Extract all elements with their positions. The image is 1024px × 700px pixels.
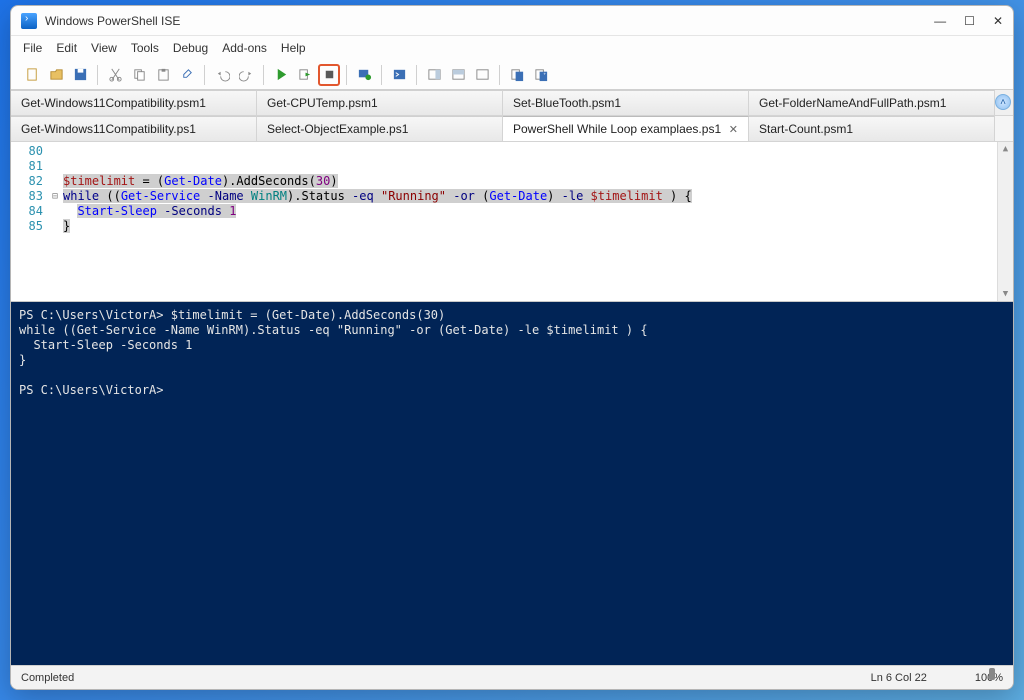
run-selection-icon[interactable] <box>294 64 316 86</box>
tab-label: Set-BlueTooth.psm1 <box>513 96 621 110</box>
undo-icon[interactable] <box>211 64 233 86</box>
toolbar: + <box>11 60 1013 90</box>
tab-label: Start-Count.psm1 <box>759 122 853 136</box>
menu-tools[interactable]: Tools <box>131 41 159 55</box>
editor-scrollbar[interactable]: ▲ ▼ <box>997 142 1013 301</box>
window-title: Windows PowerShell ISE <box>45 14 934 28</box>
cursor-position: Ln 6 Col 22 <box>871 672 927 684</box>
tab-file-4[interactable]: Get-FolderNameAndFullPath.psm1 <box>749 90 995 115</box>
tab-file-5[interactable]: Get-Windows11Compatibility.ps1 <box>11 116 257 141</box>
new-remote-icon[interactable] <box>353 64 375 86</box>
new-icon[interactable] <box>21 64 43 86</box>
layout-max-icon[interactable] <box>471 64 493 86</box>
minimize-button[interactable]: — <box>934 14 946 28</box>
line-gutter: 808182838485 <box>11 142 49 301</box>
toolbar-separator <box>346 65 347 85</box>
maximize-button[interactable]: ☐ <box>964 14 975 28</box>
toolbar-separator <box>499 65 500 85</box>
toolbar-separator <box>263 65 264 85</box>
scroll-down-icon[interactable]: ▼ <box>1001 287 1010 301</box>
cut-icon[interactable] <box>104 64 126 86</box>
open-icon[interactable] <box>45 64 67 86</box>
collapse-script-pane-icon[interactable]: ˄ <box>995 94 1011 110</box>
menu-help[interactable]: Help <box>281 41 306 55</box>
paste-icon[interactable] <box>152 64 174 86</box>
tab-file-3[interactable]: Set-BlueTooth.psm1 <box>503 90 749 115</box>
menu-edit[interactable]: Edit <box>56 41 77 55</box>
tab-file-7-active[interactable]: PowerShell While Loop examplaes.ps1 ✕ <box>503 116 749 141</box>
svg-text:+: + <box>543 71 546 76</box>
status-text: Completed <box>21 672 74 684</box>
toolbar-separator <box>416 65 417 85</box>
copy-icon[interactable] <box>128 64 150 86</box>
tab-label: Get-FolderNameAndFullPath.psm1 <box>759 96 946 110</box>
show-command-addon-icon[interactable]: + <box>530 64 552 86</box>
clear-icon[interactable] <box>176 64 198 86</box>
menu-bar: File Edit View Tools Debug Add-ons Help <box>11 36 1013 60</box>
tab-label: PowerShell While Loop examplaes.ps1 <box>513 122 721 136</box>
tab-file-6[interactable]: Select-ObjectExample.ps1 <box>257 116 503 141</box>
upper-tabs-row: Get-Windows11Compatibility.psm1 Get-CPUT… <box>11 90 1013 116</box>
status-bar: Completed Ln 6 Col 22 100% <box>11 665 1013 689</box>
window-controls: — ☐ ✕ <box>934 14 1003 28</box>
menu-addons[interactable]: Add-ons <box>222 41 267 55</box>
run-icon[interactable] <box>270 64 292 86</box>
code-area[interactable]: $timelimit = (Get-Date).AddSeconds(30) w… <box>61 142 1013 301</box>
menu-file[interactable]: File <box>23 41 42 55</box>
save-icon[interactable] <box>69 64 91 86</box>
toolbar-separator <box>97 65 98 85</box>
tab-label: Get-CPUTemp.psm1 <box>267 96 378 110</box>
layout-top-icon[interactable] <box>447 64 469 86</box>
powershell-icon[interactable] <box>388 64 410 86</box>
tab-file-2[interactable]: Get-CPUTemp.psm1 <box>257 90 503 115</box>
zoom-slider[interactable] <box>945 672 957 684</box>
show-command-icon[interactable] <box>506 64 528 86</box>
menu-debug[interactable]: Debug <box>173 41 208 55</box>
app-icon <box>21 13 37 29</box>
scroll-up-icon[interactable]: ▲ <box>1001 142 1010 156</box>
tab-label: Select-ObjectExample.ps1 <box>267 122 408 136</box>
ise-window: Windows PowerShell ISE — ☐ ✕ File Edit V… <box>10 5 1014 690</box>
titlebar: Windows PowerShell ISE — ☐ ✕ <box>11 6 1013 36</box>
toolbar-separator <box>204 65 205 85</box>
console-pane[interactable]: PS C:\Users\VictorA> $timelimit = (Get-D… <box>11 302 1013 665</box>
menu-view[interactable]: View <box>91 41 117 55</box>
stop-icon[interactable] <box>318 64 340 86</box>
redo-icon[interactable] <box>235 64 257 86</box>
fold-column: ⊟ <box>49 142 61 301</box>
tab-file-1[interactable]: Get-Windows11Compatibility.psm1 <box>11 90 257 115</box>
close-button[interactable]: ✕ <box>993 14 1003 28</box>
tab-file-8[interactable]: Start-Count.psm1 <box>749 116 995 141</box>
close-tab-icon[interactable]: ✕ <box>723 123 738 136</box>
lower-tabs-row: Get-Windows11Compatibility.ps1 Select-Ob… <box>11 116 1013 142</box>
tab-label: Get-Windows11Compatibility.ps1 <box>21 122 196 136</box>
layout-right-icon[interactable] <box>423 64 445 86</box>
script-editor[interactable]: 808182838485 ⊟ $timelimit = (Get-Date).A… <box>11 142 1013 302</box>
tab-label: Get-Windows11Compatibility.psm1 <box>21 96 206 110</box>
toolbar-separator <box>381 65 382 85</box>
